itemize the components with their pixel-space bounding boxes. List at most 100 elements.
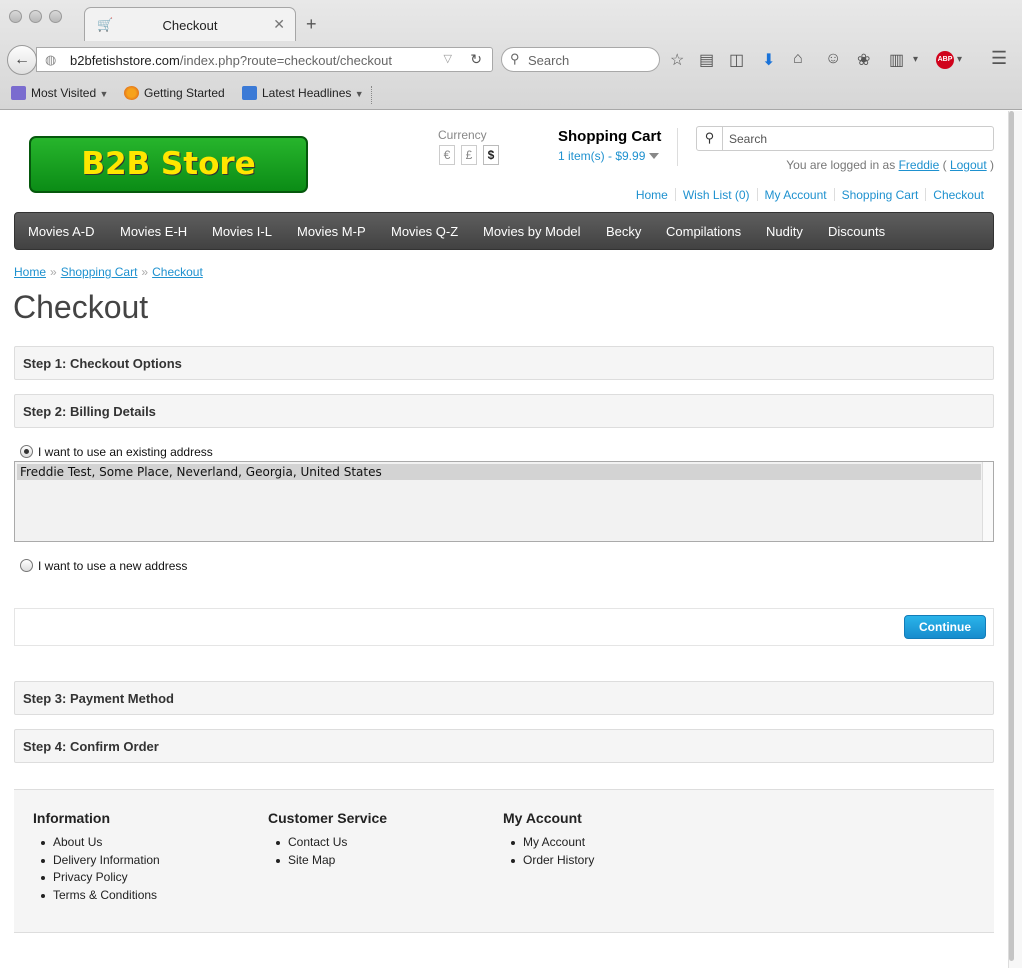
extension-icon[interactable]: ❀ — [857, 50, 870, 70]
step-3-panel[interactable]: Step 3: Payment Method — [14, 681, 994, 715]
bookmark-label: Most Visited — [31, 86, 97, 100]
back-arrow-icon: ← — [14, 51, 30, 68]
navigation-toolbar: ◍ b2bfetishstore.com/index.php?route=che… — [0, 42, 1022, 78]
footer-link-order-history[interactable]: Order History — [510, 852, 594, 870]
step-1-title: Step 1: Checkout Options — [23, 356, 182, 371]
bookmark-latest-headlines[interactable]: Latest Headlines ▼ — [242, 86, 364, 100]
footer-link-contact-us[interactable]: Contact Us — [275, 834, 387, 852]
logout-link[interactable]: Logout — [950, 158, 987, 172]
menu-item-becky[interactable]: Becky — [606, 224, 641, 239]
continue-button[interactable]: Continue — [904, 615, 986, 639]
bookmark-separator — [371, 86, 372, 104]
new-address-option[interactable]: I want to use a new address — [20, 559, 187, 573]
close-window-button[interactable] — [9, 10, 22, 23]
search-icon: ⚲ — [704, 130, 715, 145]
chevron-down-icon: ▼ — [354, 89, 364, 99]
step-1-panel[interactable]: Step 1: Checkout Options — [14, 346, 994, 380]
minimize-window-button[interactable] — [29, 10, 42, 23]
menu-item-movies-a-d[interactable]: Movies A-D — [28, 224, 94, 239]
existing-address-option[interactable]: I want to use an existing address — [20, 445, 213, 459]
header-divider — [677, 128, 678, 166]
new-address-radio[interactable] — [20, 559, 33, 572]
page-title: Checkout — [13, 289, 149, 325]
new-tab-button[interactable]: + — [306, 14, 317, 35]
url-dropdown-icon[interactable]: ▽ — [444, 52, 452, 65]
login-status: You are logged in as Freddie ( Logout ) — [786, 158, 994, 172]
breadcrumb-separator: » — [50, 265, 57, 279]
page-scrollbar[interactable] — [1008, 111, 1022, 968]
menu-item-movies-q-z[interactable]: Movies Q-Z — [391, 224, 458, 239]
top-link-home[interactable]: Home — [636, 188, 668, 202]
adblock-icon[interactable]: ABP — [936, 51, 954, 69]
reading-list-icon[interactable]: ▤ — [699, 50, 714, 70]
top-link-wish-list[interactable]: Wish List (0) — [683, 188, 750, 202]
hamburger-menu-icon[interactable]: ☰ — [991, 48, 1007, 69]
link-separator — [756, 188, 758, 201]
clipboard-icon[interactable]: ▥ — [889, 50, 904, 70]
footer-link-site-map[interactable]: Site Map — [275, 852, 387, 870]
store-logo[interactable]: B2B Store — [29, 136, 308, 193]
breadcrumb-shopping-cart[interactable]: Shopping Cart — [61, 265, 138, 279]
step-4-panel[interactable]: Step 4: Confirm Order — [14, 729, 994, 763]
footer-link-about-us[interactable]: About Us — [41, 834, 160, 852]
menu-item-movies-i-l[interactable]: Movies I-L — [212, 224, 272, 239]
cart-total-dropdown[interactable]: 1 item(s) - $9.99 — [558, 149, 660, 163]
menu-item-compilations[interactable]: Compilations — [666, 224, 741, 239]
menu-item-discounts[interactable]: Discounts — [828, 224, 885, 239]
cart-title: Shopping Cart — [558, 128, 662, 145]
url-host: b2bfetishstore.com — [70, 53, 180, 68]
footer-link-terms-conditions[interactable]: Terms & Conditions — [41, 887, 160, 905]
top-link-checkout[interactable]: Checkout — [933, 188, 984, 202]
step-2-panel[interactable]: Step 2: Billing Details — [14, 394, 994, 428]
footer-heading: Customer Service — [268, 810, 388, 826]
address-list-scrollbar[interactable] — [982, 462, 993, 541]
pocket-icon[interactable]: ◫ — [729, 50, 744, 70]
dropdown-arrow-icon[interactable]: ▾ — [913, 54, 918, 65]
logo-text: B2B Store — [81, 146, 256, 182]
menu-item-nudity[interactable]: Nudity — [766, 224, 803, 239]
username-link[interactable]: Freddie — [899, 158, 940, 172]
footer-link-delivery-information[interactable]: Delivery Information — [41, 852, 160, 870]
menu-item-movies-m-p[interactable]: Movies M-P — [297, 224, 366, 239]
top-links: Home Wish List (0) My Account Shopping Cart… — [636, 188, 984, 202]
address-select-list[interactable]: Freddie Test, Some Place, Neverland, Geo… — [14, 461, 994, 542]
scrollbar-thumb[interactable] — [1009, 111, 1014, 961]
adblock-dropdown-icon[interactable]: ▾ — [957, 54, 962, 65]
top-link-shopping-cart[interactable]: Shopping Cart — [842, 188, 919, 202]
browser-tab[interactable]: 🛒 Checkout ✕ — [84, 7, 296, 41]
browser-search-bar[interactable]: ⚲ Search — [501, 47, 660, 72]
home-icon[interactable]: ⌂ — [793, 50, 803, 68]
breadcrumb-checkout[interactable]: Checkout — [152, 265, 203, 279]
bookmark-most-visited[interactable]: Most Visited ▼ — [11, 86, 108, 100]
breadcrumb-home[interactable]: Home — [14, 265, 46, 279]
title-bar: 🛒 Checkout ✕ + — [0, 0, 1022, 41]
zoom-window-button[interactable] — [49, 10, 62, 23]
close-tab-icon[interactable]: ✕ — [273, 16, 285, 33]
existing-address-radio[interactable] — [20, 445, 33, 458]
site-search-input[interactable]: ⚲ Search — [696, 126, 994, 151]
footer-link-my-account[interactable]: My Account — [510, 834, 594, 852]
currency-dollar-button[interactable]: $ — [483, 145, 499, 165]
chat-icon[interactable]: ☺ — [825, 50, 841, 68]
footer-heading: My Account — [503, 810, 582, 826]
url-bar[interactable]: ◍ b2bfetishstore.com/index.php?route=che… — [36, 47, 493, 72]
top-link-my-account[interactable]: My Account — [765, 188, 827, 202]
bookmark-star-icon[interactable]: ☆ — [670, 50, 684, 70]
currency-euro-button[interactable]: € — [439, 145, 455, 165]
paren-close: ) — [990, 158, 994, 172]
back-button[interactable]: ← — [7, 45, 37, 75]
currency-pound-button[interactable]: £ — [461, 145, 477, 165]
menu-item-movies-by-model[interactable]: Movies by Model — [483, 224, 581, 239]
cart-total-text: 1 item(s) - $9.99 — [558, 149, 646, 163]
search-button[interactable]: ⚲ — [697, 127, 723, 150]
step-2-title: Step 2: Billing Details — [23, 404, 156, 419]
breadcrumb-separator: » — [141, 265, 149, 279]
rss-feed-icon — [242, 86, 257, 100]
download-icon[interactable]: ⬇ — [762, 50, 775, 70]
menu-item-movies-e-h[interactable]: Movies E-H — [120, 224, 187, 239]
site-search-placeholder: Search — [729, 132, 768, 146]
address-option[interactable]: Freddie Test, Some Place, Neverland, Geo… — [17, 464, 981, 480]
bookmark-getting-started[interactable]: Getting Started — [124, 86, 225, 100]
footer-link-privacy-policy[interactable]: Privacy Policy — [41, 869, 160, 887]
reload-icon[interactable]: ↻ — [470, 51, 482, 68]
